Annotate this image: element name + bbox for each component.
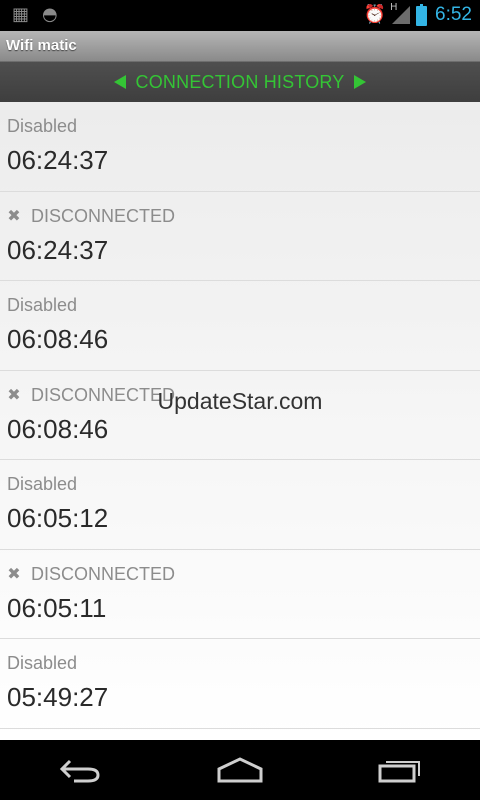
list-item[interactable]: Disabled 06:05:12 — [0, 460, 480, 550]
item-status: Disabled — [7, 474, 77, 495]
back-button[interactable] — [35, 740, 125, 800]
list-item[interactable]: Disabled 05:49:27 — [0, 639, 480, 729]
system-icons: ⏰ H 6:52 — [364, 2, 472, 28]
next-arrow-icon[interactable] — [354, 75, 367, 89]
alarm-icon: ⏰ — [363, 4, 387, 25]
history-title: CONNECTION HISTORY — [135, 71, 345, 92]
item-status: Disabled — [7, 295, 77, 316]
status-text: DISCONNECTED — [31, 563, 176, 584]
item-time: 06:08:46 — [7, 413, 109, 444]
notification-icons: ▦ ◓ — [12, 5, 62, 25]
close-icon: ✖ — [7, 387, 21, 404]
list-item[interactable]: ✖ DISCONNECTED 06:24:37 — [0, 192, 480, 281]
status-text: DISCONNECTED — [31, 384, 176, 405]
app-title: Wifi matic — [6, 37, 77, 54]
item-status: Disabled — [7, 116, 77, 137]
item-time: 05:49:27 — [7, 682, 109, 712]
item-time: 06:05:11 — [7, 592, 107, 623]
signal-icon: H — [390, 2, 411, 24]
status-text: Disabled — [7, 116, 78, 136]
item-status: ✖ DISCONNECTED — [7, 385, 175, 406]
item-status: ✖ DISCONNECTED — [7, 206, 175, 227]
list-item[interactable]: ✖ DISCONNECTED 06:08:46 — [0, 371, 480, 460]
recent-apps-button[interactable] — [355, 740, 445, 800]
status-text: Disabled — [7, 295, 78, 315]
back-icon — [59, 759, 100, 783]
list-item[interactable]: Disabled 06:24:37 — [0, 102, 480, 192]
action-bar: Wifi matic — [0, 31, 480, 62]
navigation-bar — [0, 740, 480, 800]
status-text: Disabled — [7, 653, 78, 673]
status-text: DISCONNECTED — [31, 205, 176, 226]
battery-icon — [416, 3, 428, 26]
item-status: Disabled — [7, 653, 77, 674]
home-button[interactable] — [195, 740, 285, 800]
list-item[interactable]: ✖ DISCONNECTED 06:05:11 — [0, 550, 480, 639]
item-time: 06:08:46 — [7, 324, 109, 354]
item-time: 06:05:12 — [7, 503, 109, 533]
previous-arrow-icon[interactable] — [113, 75, 126, 89]
clock: 6:52 — [435, 4, 472, 25]
item-time: 06:24:37 — [7, 234, 109, 265]
close-icon: ✖ — [7, 208, 21, 225]
item-status: ✖ DISCONNECTED — [7, 564, 175, 585]
close-icon: ✖ — [7, 566, 21, 583]
home-icon — [217, 757, 263, 783]
status-bar: ▦ ◓ ⏰ H 6:52 — [0, 0, 480, 31]
history-header: CONNECTION HISTORY — [0, 62, 480, 102]
status-text: Disabled — [7, 474, 78, 494]
item-time: 06:24:37 — [7, 145, 109, 175]
notification-app-icon: ▦ — [12, 4, 30, 25]
list-item[interactable]: Disabled 06:08:46 — [0, 281, 480, 371]
android-icon: ◓ — [42, 4, 58, 25]
history-list[interactable]: Disabled 06:24:37 ✖ DISCONNECTED 06:24:3… — [0, 102, 480, 740]
recent-apps-icon — [378, 761, 420, 783]
